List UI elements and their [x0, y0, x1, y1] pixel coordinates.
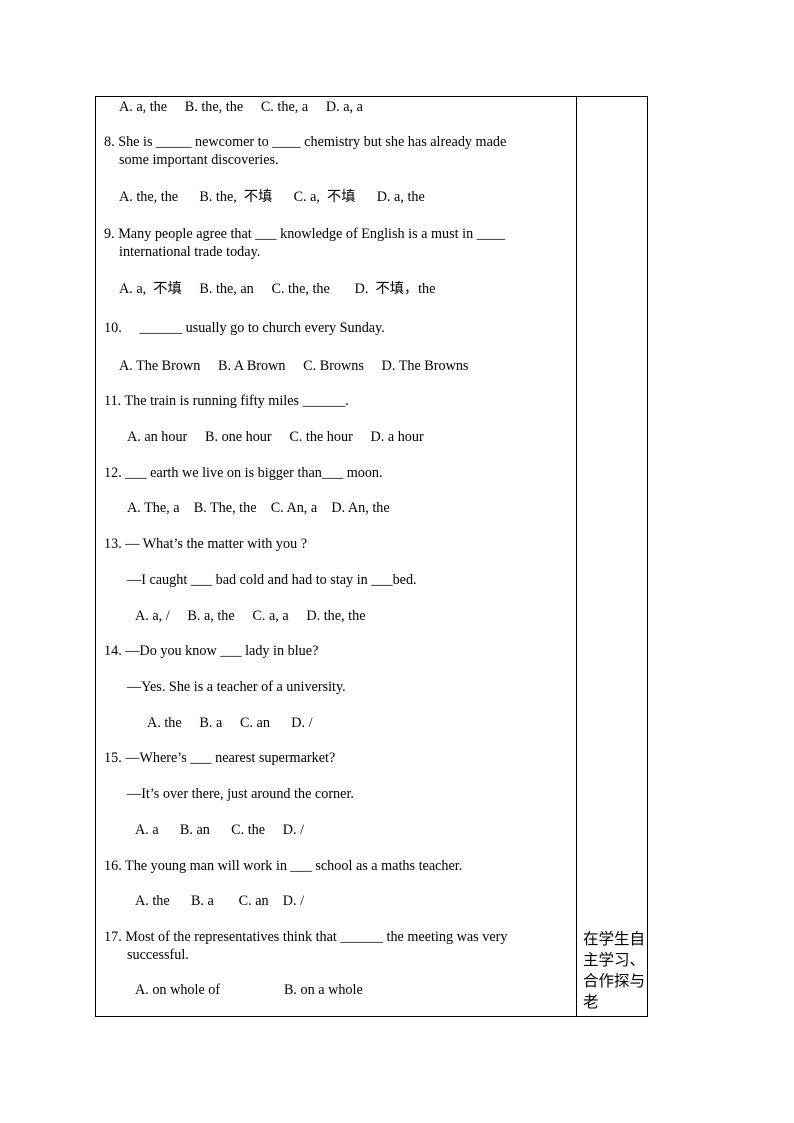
question-line: A. The, a B. The, the C. An, a D. An, th…	[127, 500, 390, 516]
question-line: 10. ______ usually go to church every Su…	[104, 320, 385, 336]
question-line: 17. Most of the representatives think th…	[104, 929, 508, 945]
questions-cell: A. a, the B. the, the C. the, a D. a, a 8…	[96, 97, 576, 1016]
question-line: —It’s over there, just around the corner…	[127, 786, 354, 802]
question-line: A. a B. an C. the D. /	[135, 822, 305, 838]
question-line: A. a, / B. a, the C. a, a D. the, the	[135, 608, 366, 624]
question-line: 16. The young man will work in ___ schoo…	[104, 858, 463, 874]
question-line: international trade today.	[119, 244, 261, 260]
question-line: A. a, the B. the, the C. the, a D. a, a	[119, 99, 363, 115]
question-line: A. an hour B. one hour C. the hour D. a …	[127, 429, 424, 445]
question-line: A. The Brown B. A Brown C. Browns D. The…	[119, 358, 469, 374]
notes-cell: 在学生自主学习、合作探与老	[577, 97, 648, 1016]
question-line: 13. — What’s the matter with you ?	[104, 536, 308, 552]
question-line: some important discoveries.	[119, 152, 279, 168]
question-line: A. on whole of B. on a whole	[135, 982, 363, 998]
worksheet-table: A. a, the B. the, the C. the, a D. a, a 8…	[95, 96, 648, 1017]
question-line: successful.	[127, 947, 189, 963]
question-line: A. the B. a C. an D. /	[147, 715, 313, 731]
question-line: A. a, 不填 B. the, an C. the, the D. 不填，th…	[119, 281, 436, 297]
question-line: 9. Many people agree that ___ knowledge …	[104, 226, 506, 242]
question-line: —I caught ___ bad cold and had to stay i…	[127, 572, 417, 588]
question-line: A. the B. a C. an D. /	[135, 893, 305, 909]
question-line: 15. —Where’s ___ nearest supermarket?	[104, 750, 336, 766]
question-line: 12. ___ earth we live on is bigger than_…	[104, 465, 383, 481]
question-line: —Yes. She is a teacher of a university.	[127, 679, 346, 695]
question-line: 14. —Do you know ___ lady in blue?	[104, 643, 319, 659]
question-line: A. the, the B. the, 不填 C. a, 不填 D. a, th…	[119, 189, 425, 205]
question-line: 11. The train is running fifty miles ___…	[104, 393, 349, 409]
side-note: 在学生自主学习、合作探与老	[583, 930, 646, 1011]
question-line: 8. She is _____ newcomer to ____ chemist…	[104, 134, 507, 150]
